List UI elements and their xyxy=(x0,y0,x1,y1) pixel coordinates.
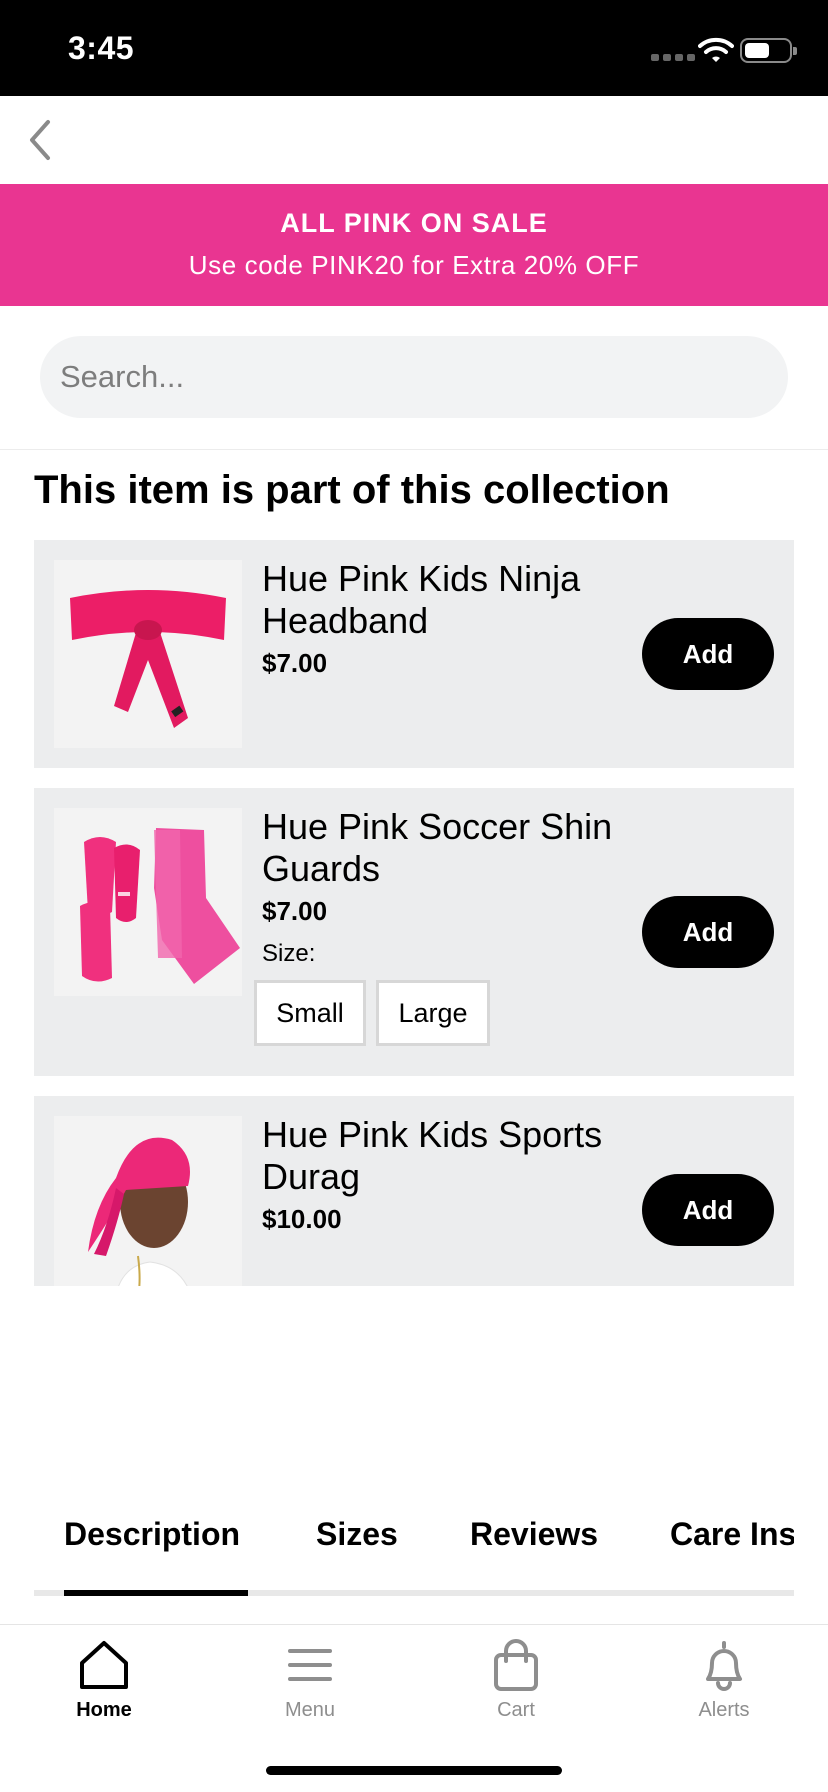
bell-icon xyxy=(706,1641,742,1691)
durag-image xyxy=(54,1116,242,1286)
product-name[interactable]: Hue Pink Kids Sports Durag xyxy=(262,1114,642,1198)
tab-sizes[interactable]: Sizes xyxy=(316,1516,398,1553)
tab-bar-menu[interactable]: Menu xyxy=(240,1639,380,1739)
collection-title: This item is part of this collection xyxy=(34,468,670,512)
size-option-large[interactable]: Large xyxy=(376,980,490,1046)
product-price: $7.00 xyxy=(262,896,328,926)
wifi-icon xyxy=(698,37,734,62)
size-option-small[interactable]: Small xyxy=(254,980,366,1046)
detail-tab-strip: Description Sizes Reviews Care Ins xyxy=(34,1500,794,1596)
promo-banner[interactable]: ALL PINK ON SALE Use code PINK20 for Ext… xyxy=(0,184,828,306)
product-price: $10.00 xyxy=(262,1204,342,1234)
battery-icon xyxy=(740,38,797,63)
product-card[interactable]: Hue Pink Soccer Shin Guards $7.00 Size: … xyxy=(34,788,794,1076)
menu-icon xyxy=(288,1649,332,1681)
home-icon xyxy=(80,1641,128,1689)
cellular-signal-icon xyxy=(651,54,695,61)
chevron-left-icon xyxy=(30,120,50,160)
shin-guards-image xyxy=(54,808,242,996)
add-to-cart-button[interactable]: Add xyxy=(642,618,774,690)
promo-subtitle: Use code PINK20 for Extra 20% OFF xyxy=(188,250,640,280)
promo-title: ALL PINK ON SALE xyxy=(280,208,548,238)
product-name[interactable]: Hue Pink Kids Ninja Headband xyxy=(262,558,642,642)
bag-icon xyxy=(494,1639,538,1691)
size-label: Size: xyxy=(262,940,316,967)
home-indicator xyxy=(266,1766,562,1775)
product-card[interactable]: Hue Pink Kids Sports Durag $10.00 Add xyxy=(34,1096,794,1286)
tab-bar-label: Home xyxy=(76,1699,132,1721)
tab-bar-label: Alerts xyxy=(698,1699,750,1721)
product-image-headband[interactable] xyxy=(54,560,242,748)
search-input[interactable] xyxy=(40,336,788,418)
product-image-shin-guards[interactable] xyxy=(54,808,242,996)
tab-bar-label: Cart xyxy=(497,1699,535,1721)
tab-bar-cart[interactable]: Cart xyxy=(446,1639,586,1739)
status-bar: 3:45 xyxy=(0,0,828,96)
add-to-cart-button[interactable]: Add xyxy=(642,1174,774,1246)
navigation-bar xyxy=(0,96,828,184)
add-to-cart-button[interactable]: Add xyxy=(642,896,774,968)
active-tab-indicator xyxy=(64,1590,248,1596)
tab-bar-label: Menu xyxy=(284,1699,336,1721)
tab-reviews[interactable]: Reviews xyxy=(470,1516,598,1553)
tab-bar-home[interactable]: Home xyxy=(34,1639,174,1739)
product-card[interactable]: Hue Pink Kids Ninja Headband $7.00 Add xyxy=(34,540,794,768)
product-price: $7.00 xyxy=(262,648,328,678)
product-name[interactable]: Hue Pink Soccer Shin Guards xyxy=(262,806,642,890)
tab-description[interactable]: Description xyxy=(64,1516,240,1553)
search-area xyxy=(0,306,828,450)
status-time: 3:45 xyxy=(68,30,135,66)
product-image-durag[interactable] xyxy=(54,1116,242,1286)
back-button[interactable] xyxy=(18,116,62,164)
tab-bar-alerts[interactable]: Alerts xyxy=(654,1639,794,1739)
headband-image xyxy=(54,560,242,748)
tab-care-instructions[interactable]: Care Ins xyxy=(670,1516,794,1553)
